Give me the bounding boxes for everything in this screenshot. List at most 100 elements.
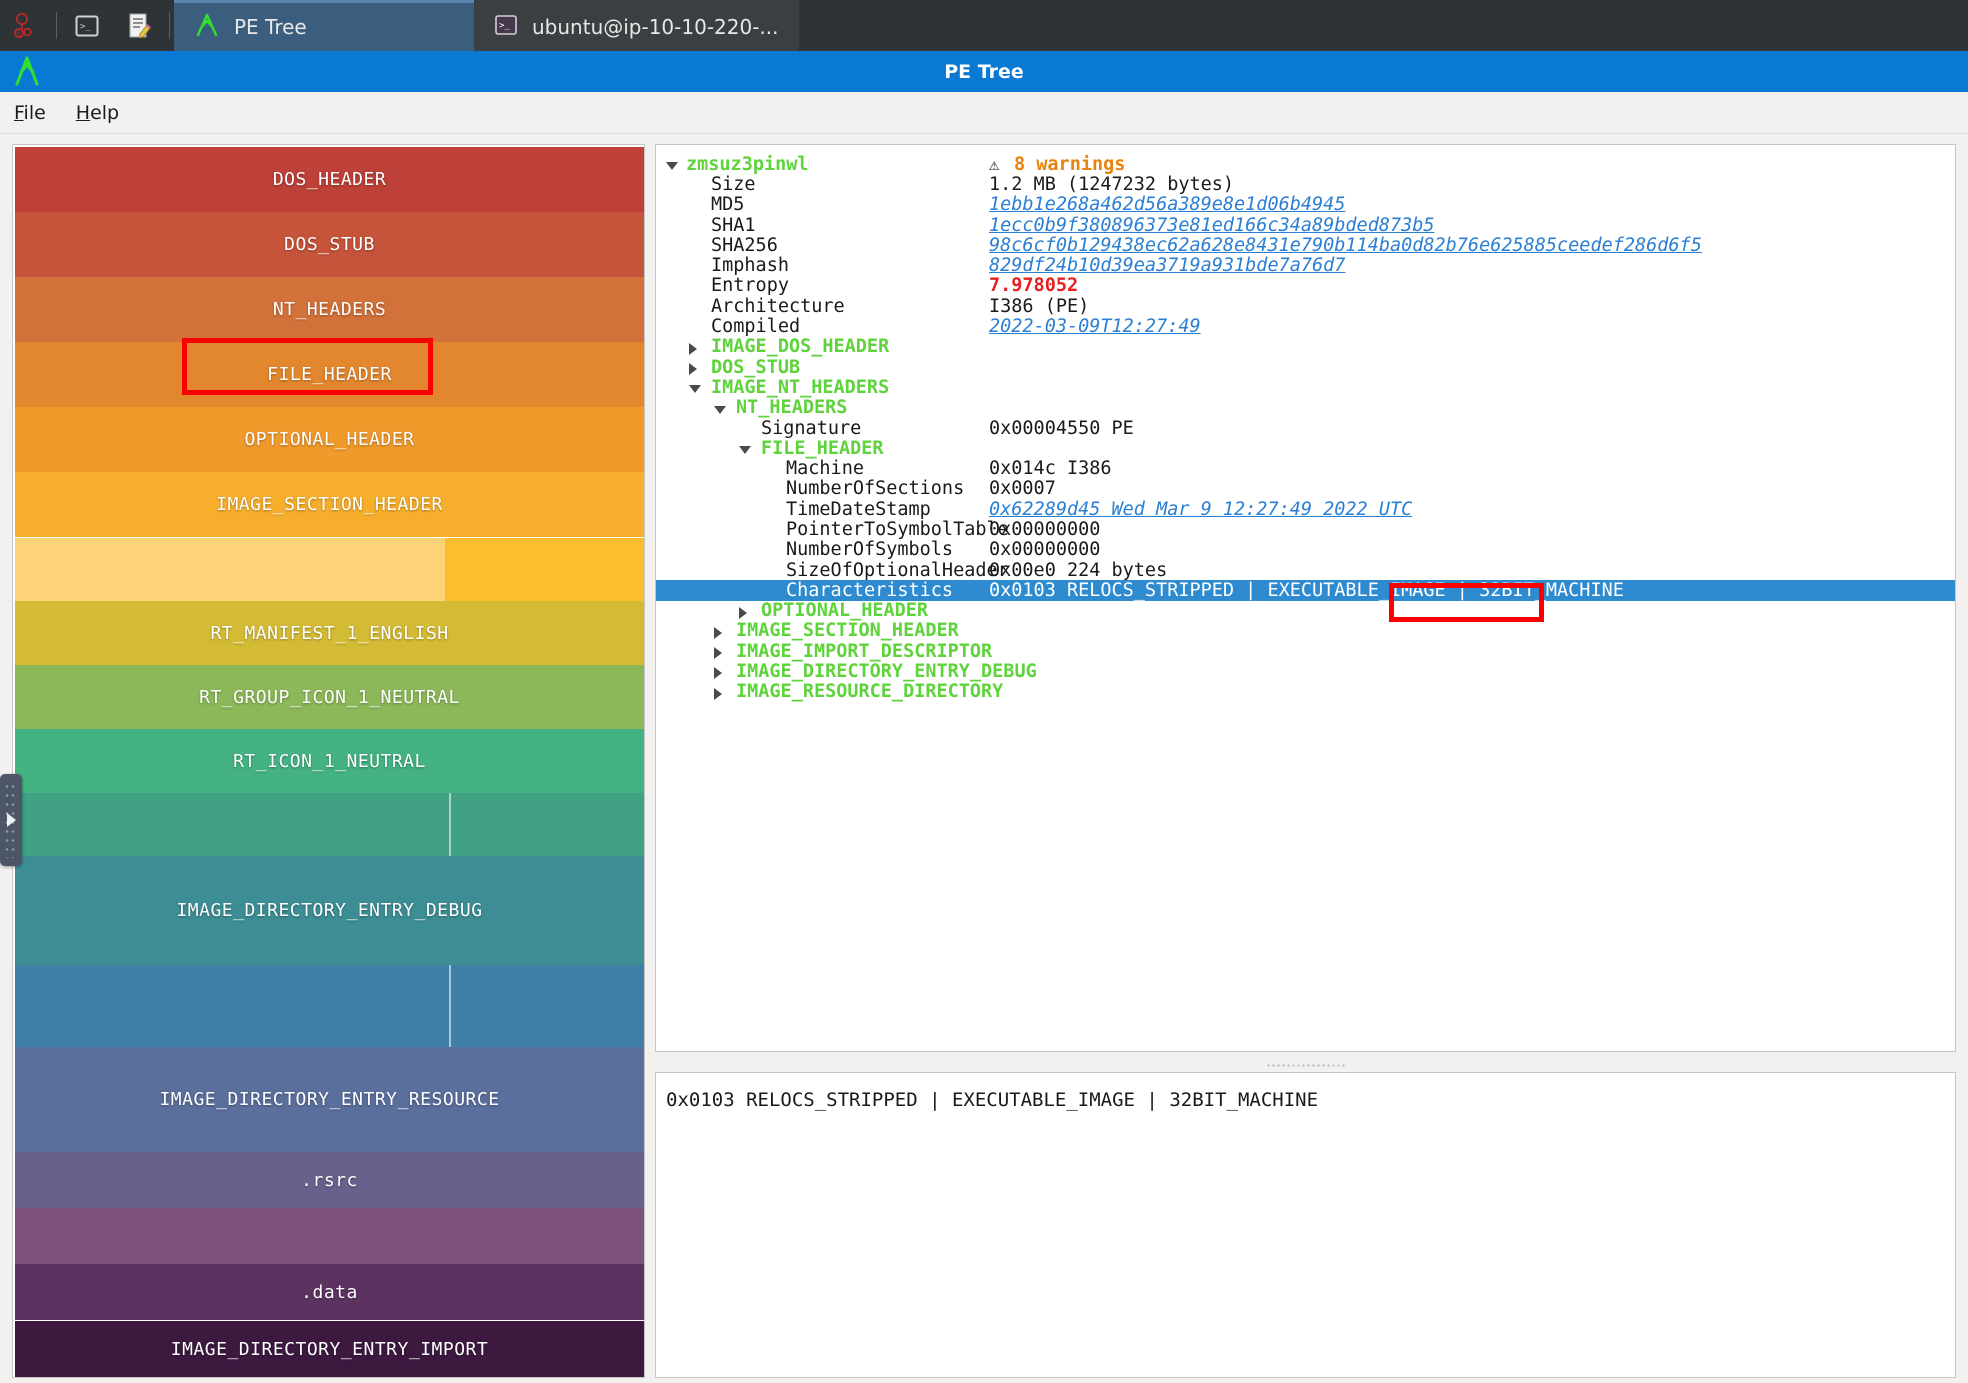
warning-icon: ⚠ xyxy=(989,155,1000,175)
tree-row-value: 2022-03-09T12:27:49 xyxy=(989,316,1201,338)
menu-item-file[interactable]: File xyxy=(14,102,46,124)
menu-mnemonic: H xyxy=(75,101,91,124)
tree-row[interactable]: SHA256 98c6cf0b129438ec62a628e8431e790b11… xyxy=(656,235,1955,256)
tree-row[interactable]: Entropy 7.978052 xyxy=(656,275,1955,296)
tree-row-value: 1ecc0b9f380896373e81ed166c34a89bded873b5 xyxy=(989,214,1435,236)
menu-item-help[interactable]: Help xyxy=(76,102,119,124)
tree-row[interactable]: IMAGE_RESOURCE_DIRECTORY xyxy=(656,681,1955,702)
tree-row-value: I386 (PE) xyxy=(989,295,1090,317)
tree-row-label: MD5 xyxy=(711,194,745,216)
svg-text:10: 10 xyxy=(16,34,21,39)
tree-row-value: 1ebb1e268a462d56a389e8e1d06b4945 xyxy=(989,194,1346,216)
chevron-down-icon[interactable] xyxy=(714,405,726,414)
app-launcher-icon[interactable]: 01 10 xyxy=(0,0,52,51)
panel-splitter[interactable] xyxy=(655,1057,1956,1073)
tree-row-value: 0x62289d45 Wed Mar 9 12:27:49 2022 UTC xyxy=(989,498,1413,520)
chevron-down-icon[interactable] xyxy=(739,446,751,455)
tree-row-label: NT_HEADERS xyxy=(736,397,848,419)
right-panels: zmsuz3pinwl ⚠ 8 warnings Size 1.2 MB (124723… xyxy=(655,144,1956,1378)
treemap-tile[interactable]: FILE_HEADER xyxy=(15,342,644,407)
treemap-tile[interactable]: .data xyxy=(15,1264,644,1320)
treemap-tile[interactable] xyxy=(15,793,644,856)
tree-row-label: IMAGE_NT_HEADERS xyxy=(711,376,890,398)
treemap-tile[interactable]: OPTIONAL_HEADER xyxy=(15,407,644,472)
treemap[interactable]: DOS_HEADER DOS_STUB NT_HEADERS FILE_HEADER O… xyxy=(15,147,644,1377)
treemap-tile[interactable]: DOS_STUB xyxy=(15,212,644,277)
tree-row[interactable]: NT_HEADERS xyxy=(656,397,1955,419)
tree-row[interactable]: Size 1.2 MB (1247232 bytes) xyxy=(656,173,1955,195)
taskbar-tab-pe-tree[interactable]: PE Tree xyxy=(174,0,474,51)
tree-row-value: 0x0103 RELOCS_STRIPPED | EXECUTABLE_IMAG… xyxy=(989,579,1624,601)
tree-row[interactable]: OPTIONAL_HEADER xyxy=(656,600,1955,621)
tree-row[interactable]: Imphash 829df24b10d39ea3719a931bde7a76d7 xyxy=(656,255,1955,276)
chevron-right-icon[interactable] xyxy=(714,626,722,639)
treemap-tile[interactable] xyxy=(15,1208,644,1264)
tree-row[interactable]: NumberOfSections 0x0007 xyxy=(656,478,1955,500)
tree-row-label: SizeOfOptionalHeader xyxy=(786,559,1009,581)
tree-row-label: IMAGE_DOS_HEADER xyxy=(711,336,890,358)
tree-row-label: Machine xyxy=(786,458,864,480)
tree-row[interactable]: FILE_HEADER xyxy=(656,438,1955,459)
taskbar-tab-label: PE Tree xyxy=(234,15,307,39)
chevron-right-icon[interactable] xyxy=(689,342,697,355)
treemap-tile[interactable] xyxy=(15,965,644,1047)
tree-row[interactable]: IMAGE_SECTION_HEADER xyxy=(656,620,1955,641)
splitter-grip-icon xyxy=(1265,1062,1346,1068)
treemap-tile[interactable]: RT_GROUP_ICON_1_NEUTRAL xyxy=(15,665,644,729)
tree-row[interactable]: Machine 0x014c I386 xyxy=(656,458,1955,480)
treemap-tile[interactable]: IMAGE_DIRECTORY_ENTRY_IMPORT xyxy=(15,1321,644,1377)
tree-row[interactable]: DOS_STUB xyxy=(656,356,1955,378)
chevron-right-icon[interactable] xyxy=(689,362,697,375)
svg-text:>_: >_ xyxy=(80,22,91,32)
treemap-tile[interactable]: .rsrc xyxy=(15,1152,644,1208)
tree-row-value: 0x00e0 224 bytes xyxy=(989,559,1168,581)
tree-row[interactable]: IMAGE_IMPORT_DESCRIPTOR xyxy=(656,641,1955,662)
treemap-tile[interactable]: DOS_HEADER xyxy=(15,147,644,212)
tree-row[interactable]: TimeDateStamp 0x62289d45 Wed Mar 9 12:27:… xyxy=(656,498,1955,520)
treemap-tile[interactable]: IMAGE_DIRECTORY_ENTRY_RESOURCE xyxy=(15,1047,644,1152)
tree-row-value: 1.2 MB (1247232 bytes) xyxy=(989,173,1235,195)
tree-row[interactable]: IMAGE_DIRECTORY_ENTRY_DEBUG xyxy=(656,661,1955,682)
treemap-tile[interactable]: RT_MANIFEST_1_ENGLISH xyxy=(15,601,644,665)
treemap-tile[interactable]: IMAGE_DIRECTORY_ENTRY_DEBUG xyxy=(15,856,644,965)
tree-row[interactable]: Architecture I386 (PE) xyxy=(656,295,1955,317)
tree-row[interactable]: IMAGE_DOS_HEADER xyxy=(656,336,1955,358)
chevron-down-icon[interactable] xyxy=(666,162,678,170)
tree-row-label: TimeDateStamp xyxy=(786,498,931,520)
chevron-right-icon[interactable] xyxy=(714,687,722,700)
tree-row[interactable]: MD5 1ebb1e268a462d56a389e8e1d06b4945 xyxy=(656,194,1955,216)
tree-row[interactable]: NumberOfSymbols 0x00000000 xyxy=(656,539,1955,561)
tree-row[interactable]: SHA1 1ecc0b9f380896373e81ed166c34a89bded8… xyxy=(656,214,1955,236)
chevron-down-icon[interactable] xyxy=(689,385,701,394)
terminal-icon[interactable]: >_ xyxy=(61,0,113,51)
treemap-tile[interactable]: .adata xyxy=(15,1377,644,1378)
detail-pane[interactable]: 0x0103 RELOCS_STRIPPED | EXECUTABLE_IMAG… xyxy=(655,1072,1956,1378)
treemap-panel[interactable]: DOS_HEADER DOS_STUB NT_HEADERS FILE_HEADER O… xyxy=(12,144,645,1378)
chevron-right-icon[interactable] xyxy=(714,667,722,680)
treemap-subtile[interactable] xyxy=(15,538,445,601)
tree-row-value: 0x0007 xyxy=(989,478,1056,500)
treemap-tile[interactable]: IMAGE_SECTION_HEADER xyxy=(15,472,644,537)
tree-row[interactable]: SizeOfOptionalHeader 0x00e0 224 bytes xyxy=(656,559,1955,581)
tree-row-label: DOS_STUB xyxy=(711,356,801,378)
tree-row[interactable]: PointerToSymbolTable 0x00000000 xyxy=(656,519,1955,540)
editor-icon[interactable] xyxy=(113,0,165,51)
pe-tree-logo-icon xyxy=(10,53,44,93)
menu-label: elp xyxy=(90,101,120,124)
tree-row[interactable]: IMAGE_NT_HEADERS xyxy=(656,376,1955,398)
treemap-tile[interactable]: NT_HEADERS xyxy=(15,277,644,342)
chevron-right-icon[interactable] xyxy=(714,647,722,660)
treemap-drag-handle[interactable] xyxy=(0,774,22,866)
tree-row-value: 0x00000000 xyxy=(989,539,1101,561)
taskbar-divider-2 xyxy=(169,12,170,39)
taskbar-tab-terminal[interactable]: >_ ubuntu@ip-10-10-220-... xyxy=(474,0,799,51)
tree-row-label: Architecture xyxy=(711,295,845,317)
tree-row[interactable]: Compiled 2022-03-09T12:27:49 xyxy=(656,316,1955,338)
menu-bar: File Help xyxy=(0,92,1968,134)
treemap-tile[interactable]: RT_ICON_1_NEUTRAL xyxy=(15,729,644,793)
pe-structure-tree[interactable]: zmsuz3pinwl ⚠ 8 warnings Size 1.2 MB (124723… xyxy=(655,144,1956,1052)
chevron-right-icon[interactable] xyxy=(739,606,747,619)
tree-row[interactable]: Signature 0x00004550 PE xyxy=(656,418,1955,439)
tree-row-selected[interactable]: Characteristics 0x0103 RELOCS_STRIPPED | … xyxy=(656,579,1955,601)
tree-row-root[interactable]: zmsuz3pinwl ⚠ 8 warnings xyxy=(656,154,1955,175)
